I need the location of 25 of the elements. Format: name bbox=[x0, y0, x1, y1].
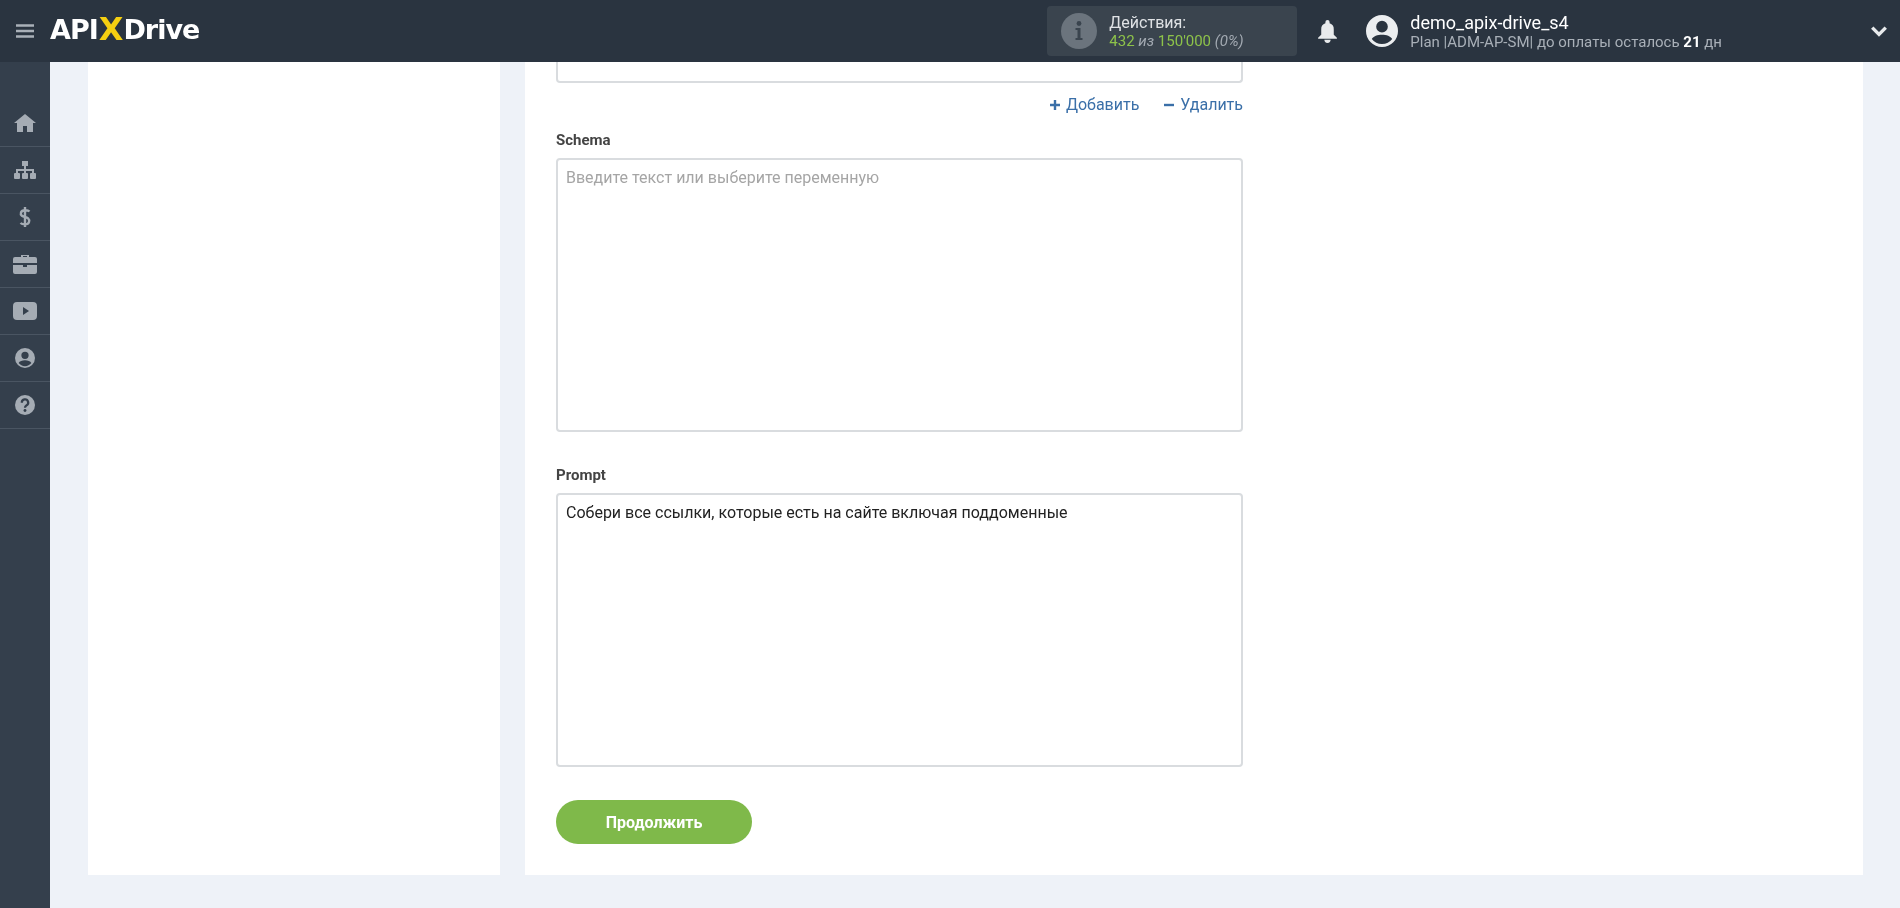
sitemap-icon bbox=[13, 160, 37, 180]
actions-label: Действия: bbox=[1109, 12, 1188, 32]
plan-info: Plan |ADM-AP-SM| до оплаты осталось 21 дн bbox=[1410, 32, 1722, 51]
menu-icon[interactable] bbox=[16, 24, 34, 38]
home-icon bbox=[13, 113, 37, 133]
info-icon bbox=[1061, 13, 1098, 49]
text-area[interactable]: Введите текст или выберите переменную bbox=[556, 158, 1243, 432]
dollar-icon bbox=[18, 206, 32, 228]
avatar-icon[interactable] bbox=[1366, 15, 1399, 47]
field-label: Schema bbox=[556, 131, 611, 149]
remove-link[interactable]: Удалить bbox=[1163, 95, 1243, 114]
bell-icon[interactable] bbox=[1317, 19, 1339, 43]
briefcase-icon bbox=[13, 254, 37, 274]
field-label: Prompt bbox=[556, 466, 606, 484]
user-icon bbox=[13, 348, 37, 368]
text-field[interactable] bbox=[556, 62, 1243, 83]
logo[interactable]: APIXDrive bbox=[50, 14, 200, 48]
text-area[interactable]: Собери все ссылки, которые есть на сайте включая поддоменные bbox=[556, 493, 1243, 767]
plus-icon bbox=[1048, 98, 1061, 111]
add-link[interactable]: Добавить bbox=[1048, 95, 1140, 114]
chevron-down-icon[interactable] bbox=[1870, 25, 1888, 37]
user-name: demo_apix-drive_s4 bbox=[1410, 11, 1570, 33]
help-icon bbox=[13, 395, 37, 415]
actions-count: 432 из 150'000 (0%) bbox=[1109, 31, 1244, 50]
video-play-icon bbox=[13, 301, 37, 321]
